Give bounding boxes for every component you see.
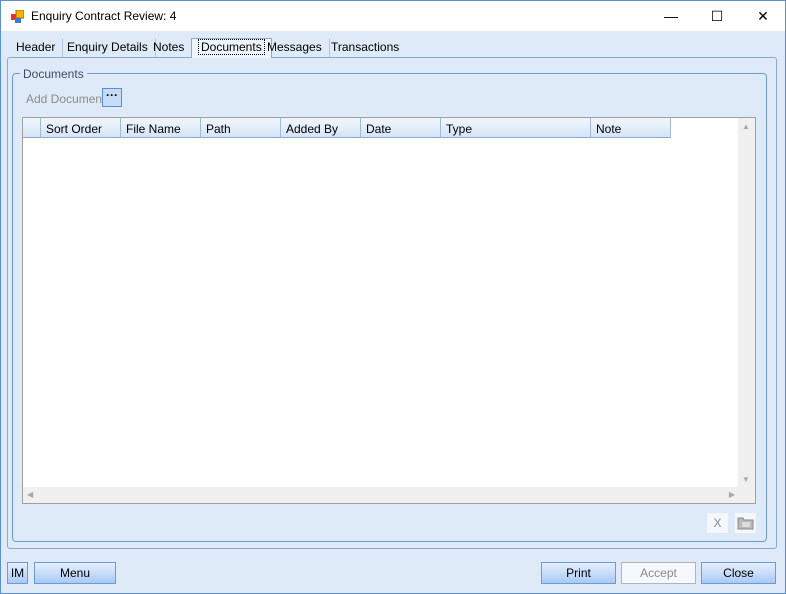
folder-icon	[737, 517, 754, 530]
scroll-right-icon[interactable]: ▶	[729, 490, 735, 499]
scroll-corner	[738, 487, 755, 503]
app-icon	[11, 10, 24, 23]
close-button[interactable]: Close	[701, 562, 776, 584]
row-header-corner	[23, 118, 41, 138]
tab-notes[interactable]: Notes	[146, 39, 193, 57]
tab-messages[interactable]: Messages	[260, 39, 330, 57]
column-sort-order[interactable]: Sort Order	[41, 118, 121, 138]
menu-button[interactable]: Menu	[34, 562, 116, 584]
maximize-button[interactable]: ☐	[694, 1, 740, 32]
column-added-by[interactable]: Added By	[281, 118, 361, 138]
scroll-down-icon[interactable]: ▼	[742, 475, 750, 484]
documents-grid[interactable]: Sort Order File Name Path Added By Date …	[22, 117, 756, 504]
tab-header[interactable]: Header	[9, 39, 64, 57]
browse-button[interactable]: ···	[102, 88, 122, 107]
grid-header: Sort Order File Name Path Added By Date …	[23, 118, 671, 138]
column-path[interactable]: Path	[201, 118, 281, 138]
column-type[interactable]: Type	[441, 118, 591, 138]
delete-document-button[interactable]: X	[707, 513, 728, 533]
tab-transactions[interactable]: Transactions	[324, 39, 406, 57]
documents-group-label: Documents	[20, 67, 87, 81]
scroll-up-icon[interactable]: ▲	[742, 122, 750, 131]
horizontal-scrollbar[interactable]: ◀ ▶	[23, 487, 739, 503]
vertical-scrollbar[interactable]: ▲ ▼	[738, 118, 755, 488]
print-button[interactable]: Print	[541, 562, 616, 584]
close-window-button[interactable]: ✕	[740, 1, 786, 32]
tab-enquiry-details[interactable]: Enquiry Details	[60, 39, 156, 57]
column-date[interactable]: Date	[361, 118, 441, 138]
scroll-left-icon[interactable]: ◀	[27, 490, 33, 499]
column-file-name[interactable]: File Name	[121, 118, 201, 138]
add-document-label: Add Document	[26, 92, 106, 106]
minimize-button[interactable]: —	[648, 1, 694, 32]
open-folder-button[interactable]	[735, 513, 756, 533]
im-button[interactable]: IM	[7, 562, 28, 584]
tab-documents-label: Documents	[198, 39, 265, 55]
column-note[interactable]: Note	[591, 118, 671, 138]
accept-button[interactable]: Accept	[621, 562, 696, 584]
title-bar: Enquiry Contract Review: 4 — ☐ ✕	[0, 0, 786, 31]
window-title: Enquiry Contract Review: 4	[31, 9, 177, 23]
